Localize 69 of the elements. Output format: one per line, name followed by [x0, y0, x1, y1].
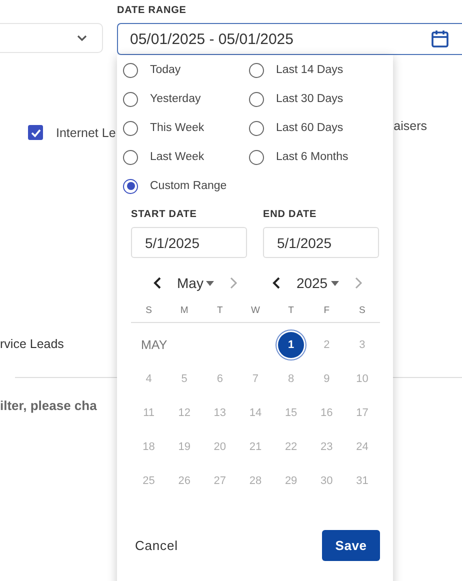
calendar-day[interactable]: 2	[314, 332, 340, 358]
calendar-day[interactable]: 18	[136, 434, 162, 460]
calendar-day[interactable]: 29	[278, 468, 304, 494]
month-label: MAY	[141, 338, 168, 352]
weekday-header: M	[180, 305, 188, 316]
calendar-day[interactable]: 21	[242, 434, 268, 460]
calendar-day[interactable]: 13	[206, 400, 233, 426]
calendar-day[interactable]: 31	[349, 468, 376, 494]
calendar-day[interactable]: 6	[206, 366, 233, 392]
checkbox[interactable]	[28, 125, 43, 140]
weekday-header: T	[288, 305, 294, 316]
weekday-header: F	[324, 305, 330, 316]
weekday-header: T	[217, 305, 223, 316]
checkbox-label: aisers	[394, 118, 427, 132]
calendar-day[interactable]: 1	[278, 332, 304, 358]
weekday-header: W	[251, 305, 260, 316]
checkbox-label: rvice Leads	[0, 337, 64, 351]
preset-radio-option[interactable]: Last 14 Days	[249, 61, 344, 79]
preset-radio-option[interactable]: Today	[123, 61, 181, 79]
preset-radio-option[interactable]: Custom Range	[123, 177, 227, 195]
preset-radio-option[interactable]: Last 60 Days	[249, 119, 344, 137]
weekday-header: S	[359, 305, 366, 316]
preset-radio-option[interactable]: This Week	[123, 119, 204, 137]
chevron-down-icon	[76, 34, 88, 42]
calendar-day[interactable]: 9	[314, 366, 340, 392]
weekday-header: S	[146, 305, 152, 316]
calendar-day[interactable]: 4	[136, 366, 162, 392]
calendar-day[interactable]: 7	[242, 366, 268, 392]
caret-down-icon	[206, 280, 214, 286]
calendar-day[interactable]: 5	[171, 366, 198, 392]
cancel-button[interactable]: Cancel	[131, 532, 182, 559]
calendar-day[interactable]: 8	[278, 366, 304, 392]
calendar-day[interactable]: 22	[278, 434, 304, 460]
calendar-icon[interactable]	[430, 29, 450, 49]
calendar-day[interactable]: 11	[136, 400, 162, 426]
field-label: DATE RANGE	[117, 5, 186, 18]
calendar-day[interactable]: 14	[242, 400, 268, 426]
calendar-day[interactable]: 19	[171, 434, 198, 460]
calendar-day[interactable]: 10	[349, 366, 376, 392]
calendar-day[interactable]: 20	[206, 434, 233, 460]
chevron-left-icon[interactable]	[153, 277, 163, 289]
calendar-day[interactable]: 17	[349, 400, 376, 426]
hint-text: ilter, please cha	[0, 398, 97, 413]
field-label: START DATE	[131, 209, 197, 220]
preset-radio-option[interactable]: Last Week	[123, 148, 204, 166]
chevron-left-icon[interactable]	[272, 277, 282, 289]
calendar-day[interactable]: 12	[171, 400, 198, 426]
preset-radio-option[interactable]: Yesterday	[123, 90, 201, 108]
calendar-day[interactable]: 24	[349, 434, 376, 460]
calendar-day[interactable]: 3	[349, 332, 376, 358]
checkbox-label: Internet Le	[56, 126, 116, 140]
field-label: END DATE	[263, 209, 317, 220]
calendar-day[interactable]: 26	[171, 468, 198, 494]
date-range-field[interactable]: 05/01/2025 - 05/01/2025	[117, 23, 462, 55]
calendar-day[interactable]: 30	[314, 468, 340, 494]
save-button[interactable]: Save	[322, 530, 380, 561]
calendar-day[interactable]: 15	[278, 400, 304, 426]
preset-radio-option[interactable]: Last 6 Months	[249, 148, 348, 166]
calendar-day[interactable]: 25	[136, 468, 162, 494]
preset-radio-option[interactable]: Last 30 Days	[249, 90, 344, 108]
start-date-field[interactable]: 5/1/2025	[131, 227, 247, 258]
end-date-field[interactable]: 5/1/2025	[263, 227, 379, 258]
calendar-day[interactable]: 23	[314, 434, 340, 460]
calendar-day[interactable]: 16	[314, 400, 340, 426]
month-select[interactable]: May	[177, 275, 214, 291]
year-select[interactable]: 2025	[296, 275, 339, 291]
calendar-day[interactable]: 28	[242, 468, 268, 494]
calendar-day[interactable]: 27	[206, 468, 233, 494]
caret-down-icon	[330, 280, 339, 286]
